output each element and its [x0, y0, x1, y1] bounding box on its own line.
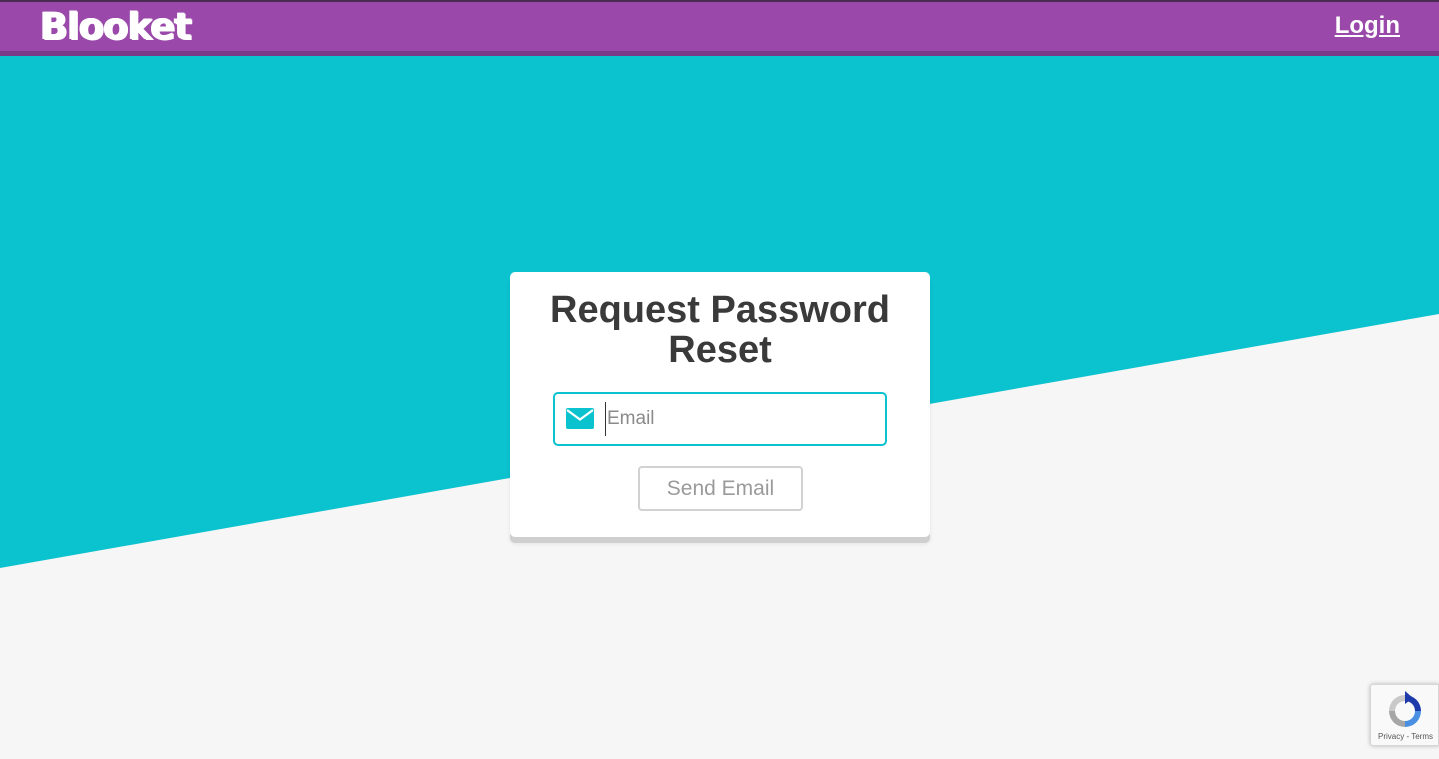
recaptcha-links: Privacy - Terms	[1371, 732, 1439, 741]
email-input[interactable]	[605, 402, 877, 436]
page-title: Request Password Reset	[550, 289, 890, 371]
top-navbar: Blooket Login	[0, 0, 1439, 51]
blooket-logo[interactable]: Blooket	[40, 6, 192, 48]
login-link[interactable]: Login	[1335, 12, 1400, 40]
recaptcha-privacy-link[interactable]: Privacy	[1378, 732, 1404, 741]
recaptcha-badge[interactable]: Privacy - Terms	[1370, 684, 1439, 746]
password-reset-card: Request Password Reset Send Email	[510, 272, 930, 537]
envelope-icon	[566, 408, 594, 429]
email-field[interactable]	[553, 392, 887, 446]
recaptcha-terms-link[interactable]: Terms	[1411, 732, 1433, 741]
send-email-button[interactable]: Send Email	[638, 466, 803, 511]
recaptcha-icon	[1389, 691, 1421, 727]
